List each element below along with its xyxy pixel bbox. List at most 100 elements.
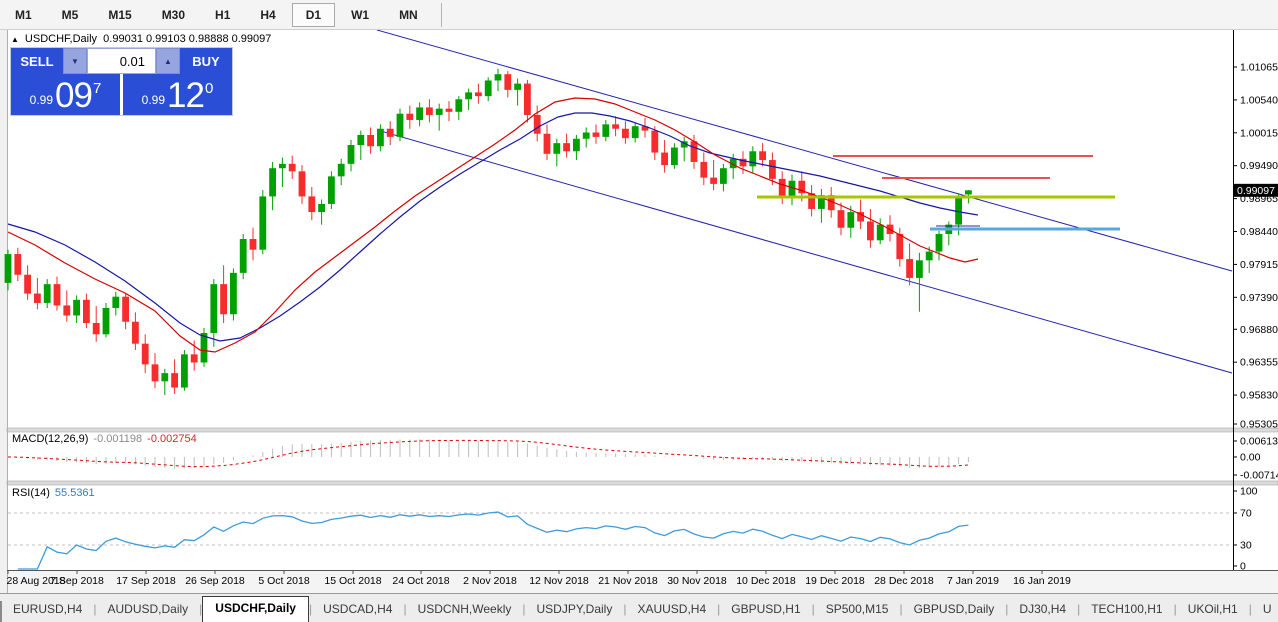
buy-price-small: 0.99	[142, 93, 165, 107]
candle-body	[622, 129, 629, 138]
timeframe-button-M30[interactable]: M30	[148, 3, 199, 27]
panel-splitter-rsi[interactable]	[7, 481, 1278, 485]
candle-body	[63, 305, 70, 315]
timeframe-button-M15[interactable]: M15	[94, 3, 145, 27]
timeframe-button-W1[interactable]: W1	[337, 3, 383, 27]
chart-tab-USDJPY-Daily[interactable]: USDJPY,Daily	[526, 598, 624, 622]
candle-body	[593, 132, 600, 136]
candle-body	[436, 109, 443, 115]
chart-tab-USDCAD-H4[interactable]: USDCAD,H4	[312, 598, 403, 622]
macd-label: MACD(12,26,9) -0.001198 -0.002754	[12, 433, 197, 445]
date-tick-label: 15 Oct 2018	[324, 575, 381, 587]
buy-button[interactable]: BUY	[180, 48, 232, 74]
current-price-label: 0.99097	[1237, 185, 1275, 197]
candle-body	[387, 129, 394, 137]
timeframe-buttons: M1M5M15M30H1H4D1W1MN	[0, 3, 433, 27]
candle-body	[289, 164, 296, 172]
macd-tick-label: 0.006137	[1240, 436, 1278, 448]
timeframe-button-H4[interactable]: H4	[246, 3, 289, 27]
timeframe-button-MN[interactable]: MN	[385, 3, 432, 27]
candle-body	[397, 114, 404, 137]
chart-tab-AUDUSD-Daily[interactable]: AUDUSD,Daily	[96, 598, 199, 622]
timeframe-button-D1[interactable]: D1	[292, 3, 335, 27]
date-tick-label: 12 Nov 2018	[529, 575, 589, 587]
collapse-panel-arrow-icon[interactable]: ▲	[11, 35, 19, 44]
chart-tab-SP500-M15[interactable]: SP500,M15	[815, 598, 900, 622]
chart-ohlc-values: 0.99031 0.99103 0.98888 0.99097	[103, 33, 271, 45]
candle-body	[485, 80, 492, 96]
candle-body	[348, 145, 355, 164]
volume-decrease-button[interactable]: ▼	[63, 48, 87, 74]
chart-tab-TECH100-H1[interactable]: TECH100,H1	[1080, 598, 1173, 622]
candle-body	[416, 107, 423, 120]
candle-body	[142, 344, 149, 365]
chart-tab-XAUUSD-H4[interactable]: XAUUSD,H4	[626, 598, 717, 622]
candle-body	[220, 284, 227, 314]
candle-body	[583, 132, 590, 138]
price-tick-label: 1.01065	[1240, 62, 1278, 74]
candle-body	[759, 151, 766, 160]
chart-tab-UKOil-H1[interactable]: UKOil,H1	[1177, 598, 1249, 622]
chart-tab-GBPUSD-Daily[interactable]: GBPUSD,Daily	[903, 598, 1006, 622]
candle-body	[749, 151, 756, 166]
timeframe-button-M5[interactable]: M5	[48, 3, 93, 27]
price-tick-label: 0.96355	[1240, 357, 1278, 369]
date-tick-label: 5 Oct 2018	[258, 575, 310, 587]
timeframe-toolbar: M1M5M15M30H1H4D1W1MN	[0, 0, 1278, 30]
candle-body	[54, 284, 61, 305]
candle-body	[602, 124, 609, 137]
date-tick-label: 28 Dec 2018	[874, 575, 934, 587]
sell-price-button[interactable]: 0.99 09 7	[11, 74, 120, 115]
rsi-tick-label: 30	[1240, 540, 1252, 552]
chart-tab-EURUSD-H4[interactable]: EURUSD,H4	[2, 598, 93, 622]
candle-body	[5, 254, 12, 283]
candle-body	[34, 294, 41, 303]
timeframe-button-H1[interactable]: H1	[201, 3, 244, 27]
candle-body	[210, 284, 217, 333]
candle-body	[671, 148, 678, 166]
candle-body	[230, 273, 237, 314]
candle-body	[24, 275, 31, 294]
candle-body	[465, 92, 472, 99]
candle-body	[710, 178, 717, 184]
candle-body	[44, 284, 51, 303]
candle-body	[612, 124, 619, 128]
buy-price-button[interactable]: 0.99 12 0	[123, 74, 232, 115]
macd-main-value: -0.001198	[93, 433, 142, 445]
one-click-trading-panel: SELL ▼ 0.01 ▲ BUY 0.99 09 7 0.99 12 0	[10, 47, 233, 116]
candle-body	[926, 252, 933, 261]
timeframe-button-M1[interactable]: M1	[1, 3, 46, 27]
candle-body	[779, 179, 786, 197]
candle-body	[367, 135, 374, 146]
date-tick-label: 30 Nov 2018	[667, 575, 727, 587]
volume-input[interactable]: 0.01	[87, 48, 156, 74]
date-tick-label: 16 Jan 2019	[1013, 575, 1071, 587]
candle-body	[279, 164, 286, 168]
candle-body	[93, 323, 100, 334]
sell-button[interactable]: SELL	[11, 48, 63, 74]
candle-body	[269, 168, 276, 196]
macd-signal-value: -0.002754	[147, 433, 197, 445]
candle-body	[103, 308, 110, 334]
candle-body	[495, 74, 502, 80]
chart-tab-GBPUSD-H1[interactable]: GBPUSD,H1	[720, 598, 811, 622]
candle-body	[171, 373, 178, 387]
rsi-tick-label: 100	[1240, 486, 1258, 498]
chart-tab-U[interactable]: U	[1252, 598, 1278, 622]
chart-tab-USDCNH-Weekly[interactable]: USDCNH,Weekly	[407, 598, 523, 622]
chart-tab-USDCHF-Daily[interactable]: USDCHF,Daily	[202, 596, 309, 622]
candle-body	[651, 131, 658, 153]
chart-tab-DJ30-H4[interactable]: DJ30,H4	[1008, 598, 1077, 622]
candle-body	[544, 134, 551, 154]
macd-tick-label: -0.007142	[1240, 470, 1278, 482]
candle-body	[122, 297, 129, 322]
panel-splitter-macd[interactable]	[7, 428, 1278, 432]
date-tick-label: 21 Nov 2018	[598, 575, 658, 587]
candle-body	[357, 135, 364, 145]
candle-body	[965, 190, 972, 194]
candle-body	[524, 84, 531, 115]
candle-body	[446, 109, 453, 112]
candle-body	[916, 260, 923, 278]
volume-increase-button[interactable]: ▲	[156, 48, 180, 74]
macd-name: MACD(12,26,9)	[12, 433, 88, 445]
